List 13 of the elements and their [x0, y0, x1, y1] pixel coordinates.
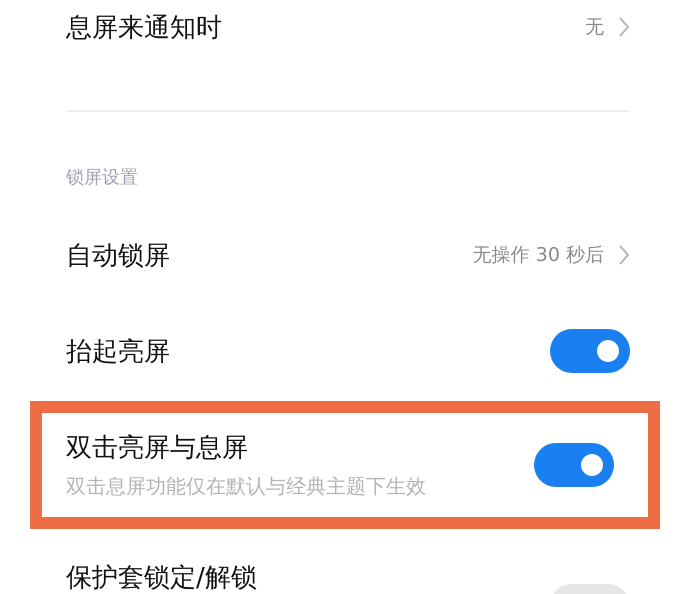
setting-description: 双击息屏功能仅在默认与经典主题下生效 — [66, 473, 426, 500]
chevron-right-icon — [618, 16, 630, 38]
setting-value: 无操作 30 秒后 — [472, 243, 604, 268]
setting-title: 自动锁屏 — [66, 240, 170, 272]
toggle-switch[interactable] — [550, 329, 630, 373]
toggle-switch[interactable] — [534, 443, 614, 487]
setting-title: 息屏来通知时 — [66, 12, 222, 44]
setting-title: 保护套锁定/解锁 — [66, 562, 257, 594]
setting-title: 双击亮屏与息屏 — [66, 432, 249, 465]
setting-title: 抬起亮屏 — [66, 336, 170, 368]
section-header: 锁屏设置 — [66, 167, 139, 189]
setting-value: 无 — [585, 15, 604, 40]
chevron-right-icon — [618, 244, 630, 266]
